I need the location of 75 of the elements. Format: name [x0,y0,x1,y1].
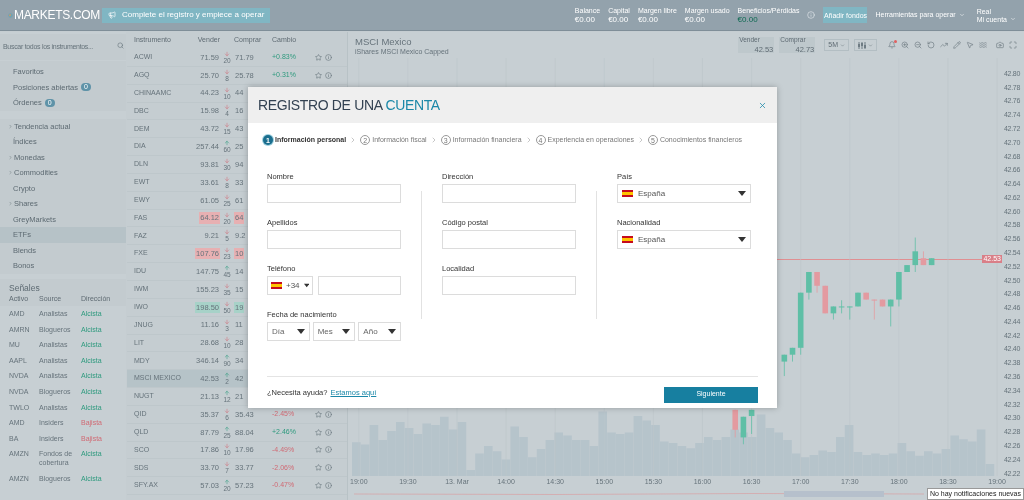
stat-value: €0.00 [684,15,705,24]
country-code-select[interactable]: +34 [267,276,313,295]
star-icon[interactable] [315,53,322,61]
trend-line-icon[interactable] [940,41,948,49]
caret-icon [738,191,746,196]
text-field[interactable] [267,184,401,203]
expand-icon [8,123,13,129]
info-icon[interactable] [325,428,332,436]
date-select[interactable]: Día [267,322,310,341]
expand-icon [8,154,13,160]
phone-field[interactable] [318,276,401,295]
candle [896,271,902,307]
candles-icon [858,41,866,49]
waves-icon[interactable] [979,41,987,49]
caret-icon [388,329,396,334]
chart-title: MSCI Mexico [355,37,413,47]
signals-title: Señales [9,281,41,295]
star-icon[interactable] [315,482,322,490]
info-icon[interactable] [325,71,332,79]
date-select[interactable]: Mes [312,322,356,341]
chevron-icon [840,42,845,48]
logo-text: MARKETS.COM [13,7,100,24]
stat-value: €0.00 [737,15,759,24]
caret-icon [738,237,746,242]
stat-value: €0.00 [637,15,658,24]
info-icon[interactable] [325,446,332,454]
candle [904,264,910,273]
star-icon[interactable] [315,446,322,454]
megaphone-icon [108,11,116,19]
caret-icon [296,329,305,334]
zoom-out-icon[interactable] [914,41,922,49]
star-icon[interactable] [315,428,322,436]
star-icon[interactable] [315,410,322,418]
text-field[interactable] [267,230,401,249]
alert-icon[interactable] [888,41,896,49]
candle [806,271,812,300]
stat-value: €0.00 [608,15,629,24]
info-icon[interactable] [325,482,332,490]
candle [855,292,861,307]
fullscreen-icon[interactable] [1009,41,1017,49]
chevron-icon [958,12,965,18]
country-select[interactable]: España [617,230,751,249]
country-select[interactable]: España [617,184,751,203]
caret-icon [342,329,351,334]
stat-value: €0.00 [574,15,596,24]
chart-type-dropdown[interactable] [854,39,877,51]
text-field[interactable] [442,230,576,249]
search-icon [117,42,124,49]
chevron-icon [868,42,873,48]
expand-icon [8,201,13,207]
candle [847,306,853,320]
star-icon[interactable] [315,71,322,79]
text-field[interactable] [442,276,576,295]
candle [814,271,820,294]
expand-icon [8,170,13,176]
info-icon[interactable] [325,464,332,472]
flag-icon [271,282,282,289]
zoom-in-icon[interactable] [901,41,909,49]
camera-icon[interactable] [996,41,1004,49]
modal-title: REGISTRO DE UNA CUENTA [258,95,440,115]
flag-icon [622,236,633,243]
close-icon[interactable] [758,100,767,110]
pencil-icon[interactable] [953,41,961,49]
date-select[interactable]: Año [358,322,401,341]
text-field[interactable] [442,184,576,203]
chevron-icon [1010,16,1016,22]
register-button[interactable]: Complete el registro y empiece a operar [102,7,271,23]
flag-icon [622,190,633,197]
star-icon[interactable] [315,464,322,472]
cursor-icon[interactable] [966,41,974,49]
reset-icon[interactable] [927,41,935,49]
info-icon[interactable] [325,53,332,61]
caret-icon [303,283,309,288]
candle [863,292,869,300]
info-icon[interactable] [325,410,332,418]
